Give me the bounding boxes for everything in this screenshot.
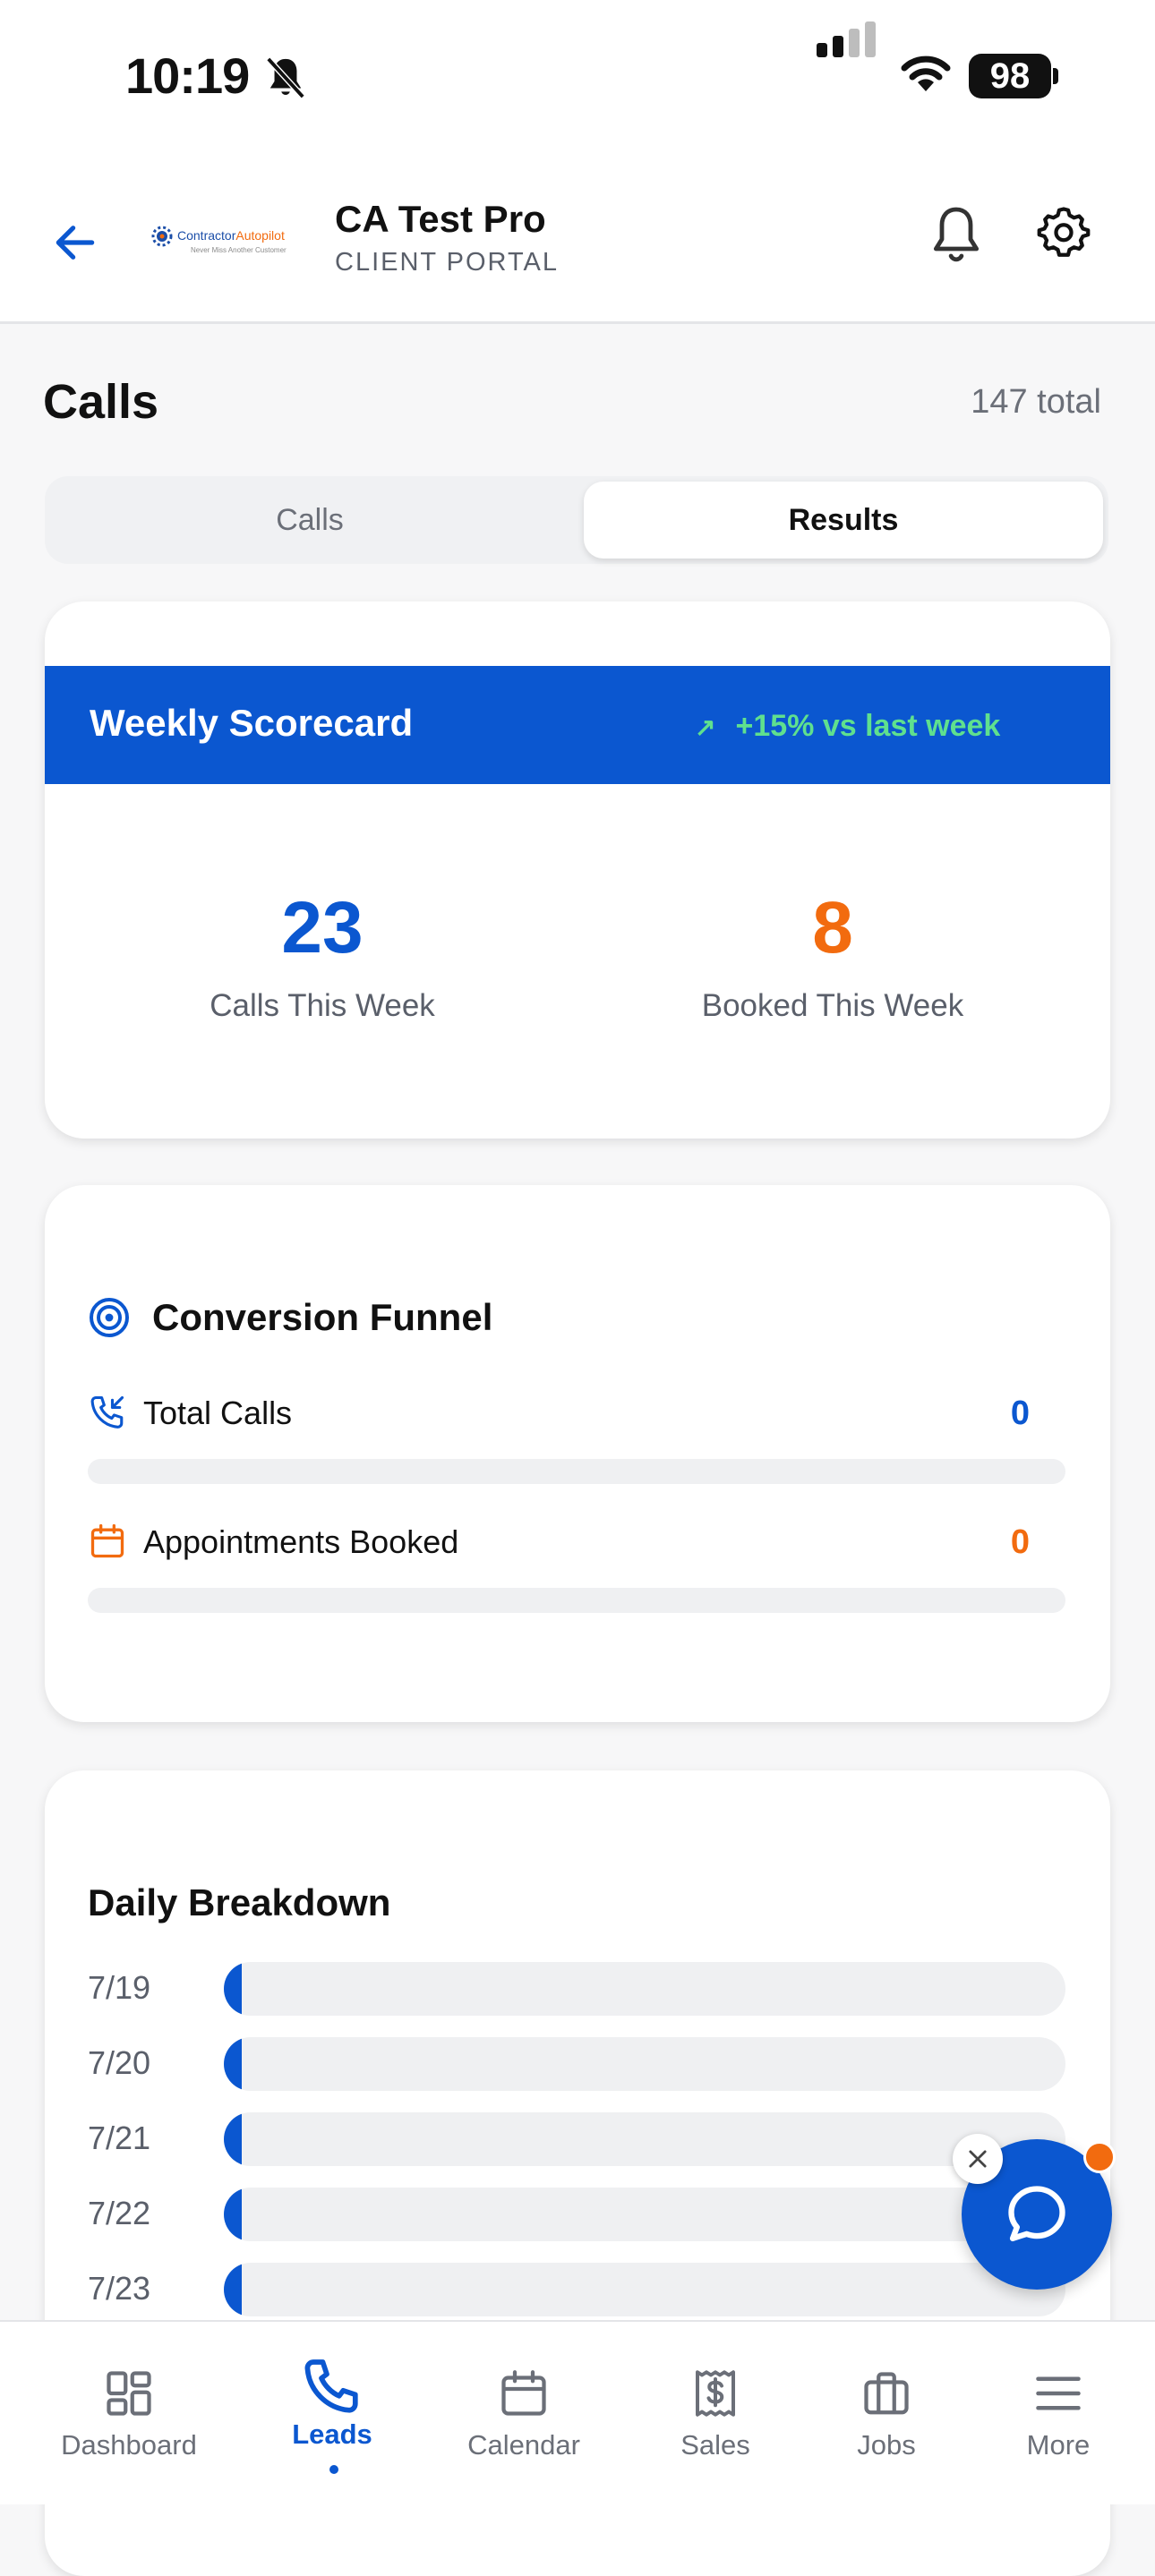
daily-row-track: [224, 2188, 1065, 2241]
nav-calendar[interactable]: Calendar: [434, 2322, 613, 2504]
wifi-icon: [901, 55, 951, 91]
daily-row-bar: [224, 2037, 242, 2091]
active-indicator-dot: [329, 2465, 338, 2474]
menu-icon: [1036, 2376, 1081, 2410]
chat-close-button[interactable]: [953, 2134, 1003, 2184]
app-header: ContractorAutopilot Never Miss Another C…: [0, 157, 1155, 324]
daily-row: 7/22: [88, 2186, 1065, 2243]
bell-off-icon: [266, 56, 305, 99]
phone-icon: [304, 2359, 358, 2413]
briefcase-icon: [864, 2372, 909, 2415]
target-icon: [90, 1298, 129, 1337]
daily-row-date: 7/19: [88, 1969, 151, 2006]
daily-row-track: [224, 2112, 1065, 2166]
total-calls-bar: [88, 1459, 1065, 1484]
status-bar: 10:19 98: [0, 0, 1155, 157]
scorecard-title: Weekly Scorecard: [90, 702, 414, 744]
daily-row-track: [224, 2263, 1065, 2316]
scorecard-banner: Weekly Scorecard ↗ +15% vs last week: [45, 666, 1110, 784]
daily-breakdown-title: Daily Breakdown: [88, 1881, 391, 1923]
conversion-funnel-card: Conversion Funnel Total Calls 0 Appointm…: [45, 1185, 1110, 1722]
battery-indicator: 98: [969, 54, 1051, 98]
tab-results[interactable]: Results: [584, 482, 1103, 559]
nav-more[interactable]: More: [969, 2322, 1148, 2504]
dashboard-icon: [107, 2371, 151, 2416]
calls-this-week-value: 23: [281, 887, 364, 968]
booked-this-week-value: 8: [812, 887, 853, 968]
total-count: 147 total: [971, 383, 1101, 421]
segmented-tabs: Calls Results: [45, 476, 1108, 564]
daily-row-bar: [224, 2263, 242, 2316]
bell-icon[interactable]: [928, 203, 985, 266]
booked-this-week-label: Booked This Week: [701, 988, 964, 1023]
appointments-booked-bar: [88, 1588, 1065, 1613]
receipt-dollar-icon: [696, 2370, 735, 2417]
nav-leads[interactable]: Leads: [243, 2322, 422, 2504]
daily-row-track: [224, 2037, 1065, 2091]
daily-row: 7/23: [88, 2261, 1065, 2318]
close-icon: [969, 2150, 987, 2168]
nav-label: Leads: [292, 2418, 372, 2450]
calendar-icon: [90, 1523, 124, 1558]
nav-label: Dashboard: [61, 2429, 197, 2461]
appointments-booked-label: Appointments Booked: [143, 1523, 459, 1560]
chat-notification-dot: [1083, 2141, 1116, 2173]
nav-label: Sales: [680, 2429, 750, 2461]
daily-row: 7/21: [88, 2111, 1065, 2168]
daily-row-bar: [224, 2112, 242, 2166]
nav-sales[interactable]: Sales: [626, 2322, 805, 2504]
funnel-title: Conversion Funnel: [152, 1296, 493, 1338]
nav-jobs[interactable]: Jobs: [797, 2322, 976, 2504]
daily-row-bar: [224, 2188, 242, 2241]
total-calls-label: Total Calls: [143, 1395, 293, 1431]
calls-this-week-label: Calls This Week: [210, 988, 435, 1023]
company-name: CA Test Pro: [335, 198, 546, 240]
gear-icon[interactable]: [1037, 205, 1091, 259]
page-title: Calls: [43, 375, 159, 429]
daily-row: 7/19: [88, 1960, 1065, 2017]
calendar-icon: [501, 2370, 546, 2416]
battery-tip: [1053, 68, 1058, 84]
trend-badge: ↗ +15% vs last week: [695, 709, 1000, 744]
nav-label: Jobs: [857, 2429, 916, 2461]
phone-incoming-icon: [90, 1395, 124, 1429]
chat-bubble-icon: [1008, 2186, 1065, 2242]
bottom-nav: Dashboard Leads Calendar Sales Jobs More: [0, 2320, 1155, 2504]
daily-row-date: 7/20: [88, 2044, 151, 2081]
tab-calls[interactable]: Calls: [50, 482, 569, 559]
company-logo: ContractorAutopilot Never Miss Another C…: [150, 219, 304, 266]
nav-label: Calendar: [467, 2429, 580, 2461]
logo-gear-icon: [151, 226, 173, 247]
daily-row-track: [224, 1962, 1065, 2016]
daily-row-date: 7/21: [88, 2120, 151, 2156]
daily-row-date: 7/22: [88, 2195, 151, 2231]
back-arrow-icon[interactable]: [50, 218, 100, 268]
daily-row-date: 7/23: [88, 2270, 151, 2307]
daily-row-bar: [224, 1962, 242, 2016]
nav-label: More: [1026, 2429, 1091, 2461]
status-time: 10:19: [125, 47, 250, 104]
weekly-scorecard-card: Weekly Scorecard ↗ +15% vs last week 23 C…: [45, 601, 1110, 1139]
daily-row: 7/20: [88, 2035, 1065, 2093]
total-calls-value: 0: [1010, 1395, 1030, 1432]
trend-text: +15% vs last week: [735, 709, 1001, 743]
portal-label: CLIENT PORTAL: [335, 248, 560, 277]
nav-dashboard[interactable]: Dashboard: [39, 2322, 218, 2504]
trend-up-icon: ↗: [695, 713, 716, 741]
appointments-booked-value: 0: [1010, 1523, 1030, 1561]
